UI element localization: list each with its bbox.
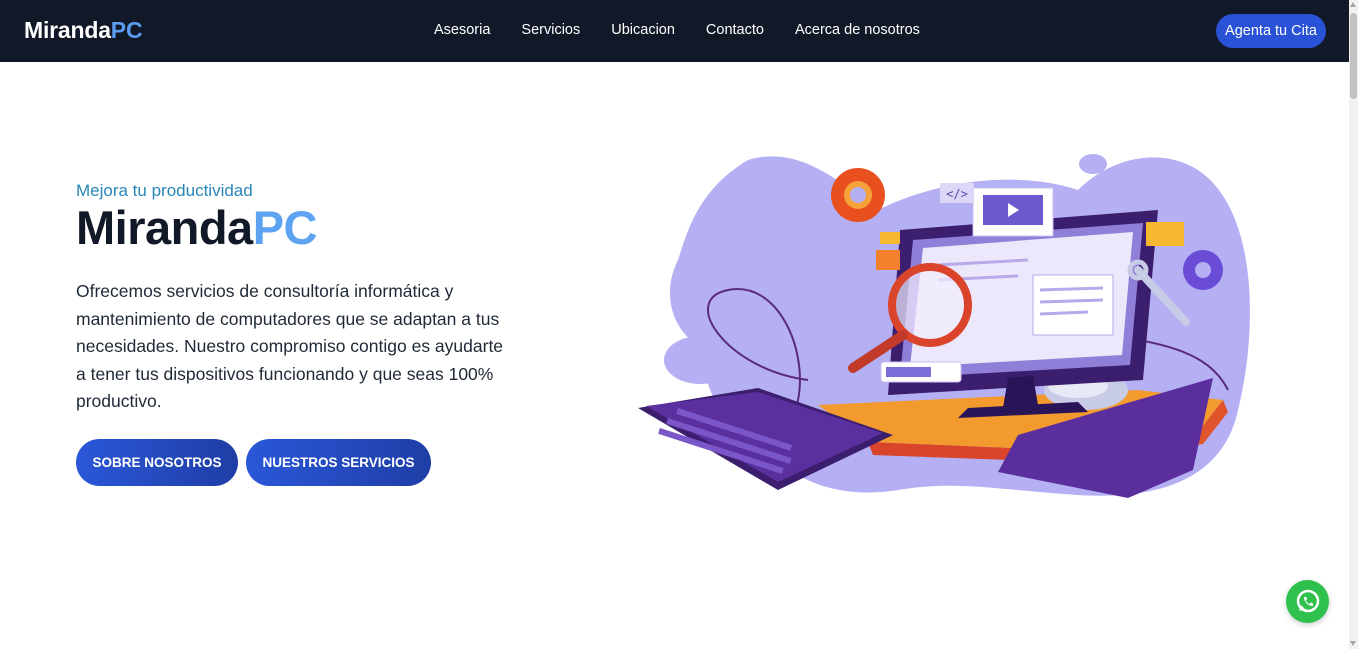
hero-title-main: Miranda [76, 201, 253, 254]
nav-link-asesoria[interactable]: Asesoria [434, 22, 490, 38]
hero-eyebrow: Mejora tu productividad [76, 181, 253, 200]
brand-main: Miranda [24, 17, 111, 43]
nav-link-servicios[interactable]: Servicios [521, 22, 580, 38]
nav-link-acerca[interactable]: Acerca de nosotros [795, 22, 920, 38]
page-scrollbar[interactable] [1349, 0, 1358, 649]
our-services-button[interactable]: NUESTROS SERVICIOS [246, 439, 431, 486]
nav-links: Asesoria Servicios Ubicacion Contacto Ac… [434, 22, 920, 38]
scroll-down-arrow-icon[interactable] [1350, 641, 1356, 646]
about-us-button[interactable]: SOBRE NOSOTROS [76, 439, 238, 486]
hero-description: Ofrecemos servicios de consultoría infor… [76, 281, 504, 411]
scroll-thumb[interactable] [1350, 13, 1357, 99]
brand-accent: PC [110, 17, 143, 43]
computer-maintenance-illustration: </> [638, 154, 1250, 498]
svg-text:</>: </> [946, 187, 968, 201]
scroll-up-arrow-icon[interactable] [1350, 2, 1356, 7]
book-appointment-button[interactable]: Agenta tu Cita [1216, 14, 1326, 48]
hero-title: MirandaPC [76, 200, 318, 255]
nav-link-contacto[interactable]: Contacto [706, 22, 764, 38]
whatsapp-icon [1296, 589, 1319, 612]
nav-link-ubicacion[interactable]: Ubicacion [611, 22, 675, 38]
hero-title-accent: PC [252, 201, 318, 254]
whatsapp-button[interactable] [1286, 580, 1329, 623]
brand-logo[interactable]: MirandaPC [24, 17, 143, 44]
navbar: MirandaPC Asesoria Servicios Ubicacion C… [0, 0, 1349, 62]
